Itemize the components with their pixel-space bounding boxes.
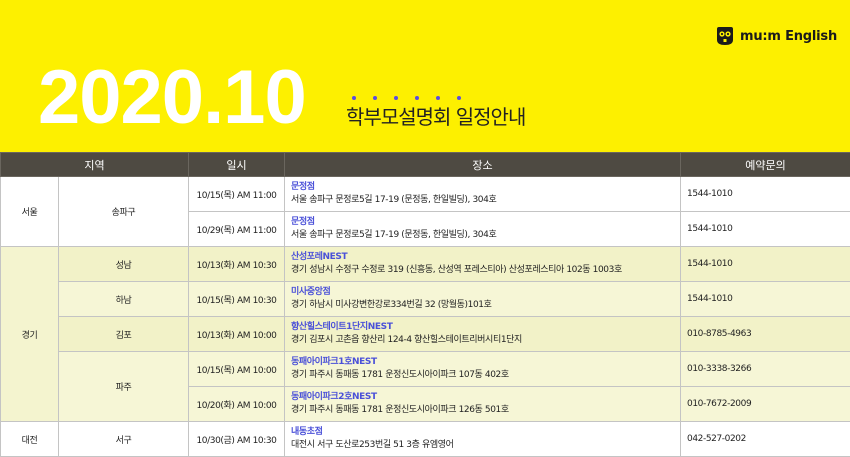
date-cell: 10/29(목) AM 11:00: [188, 211, 285, 247]
phone-cell: 010-3338-3266: [680, 351, 850, 387]
logo-text: mu:m English: [740, 28, 838, 44]
district-cell: 서구: [58, 421, 189, 457]
place-cell: 동패아이파크2호NEST 경기 파주시 동패동 1781 운정신도시아이파크 1…: [284, 386, 681, 422]
date-cell: 10/15(목) AM 10:30: [188, 281, 285, 317]
phone-cell: 1544-1010: [680, 211, 850, 247]
district-cell: 파주: [58, 351, 189, 422]
place-address: 대전시 서구 도산로253번길 51 3층 유엠영어: [291, 440, 454, 450]
table-row: 하남 10/15(목) AM 10:30 미사중앙점 경기 하남시 미사강변한강…: [1, 281, 850, 317]
dot: [436, 96, 440, 100]
place-address: 경기 하남시 미사강변한강로334번길 32 (망월동)101호: [291, 300, 492, 310]
place-name-link[interactable]: 동패아이파크2호NEST: [291, 391, 680, 404]
header-banner: mu:m English 2020.10 학부모설명회 일정안내: [0, 0, 850, 152]
date-cell: 10/13(화) AM 10:00: [188, 316, 285, 352]
phone-cell: 1544-1010: [680, 176, 850, 212]
place-cell: 내동초점 대전시 서구 도산로253번길 51 3층 유엠영어: [284, 421, 681, 457]
header-datetime: 일시: [188, 152, 285, 177]
place-name-link[interactable]: 산성포레NEST: [291, 251, 680, 264]
region-cell: 서울: [0, 176, 59, 247]
phone-cell: 042-527-0202: [680, 421, 850, 457]
date-cell: 10/13(화) AM 10:30: [188, 246, 285, 282]
date-cell: 10/15(목) AM 10:00: [188, 351, 285, 387]
date-cell: 10/30(금) AM 10:30: [188, 421, 285, 457]
place-cell: 문정점 서울 송파구 문정로5길 17-19 (문정동, 한일빌딩), 304호: [284, 211, 681, 247]
table-row: 경기 성남 10/13(화) AM 10:30 산성포레NEST 경기 성남시 …: [0, 246, 850, 422]
place-name-link[interactable]: 문정점: [291, 216, 680, 229]
page-subtitle: 학부모설명회 일정안내: [346, 105, 526, 129]
district-cell: 성남: [58, 246, 189, 282]
header-region: 지역: [0, 152, 189, 177]
place-name-link[interactable]: 내동초점: [291, 426, 680, 439]
place-cell: 산성포레NEST 경기 성남시 수정구 수정로 319 (신흥동, 산성역 포레…: [284, 246, 681, 282]
place-name-link[interactable]: 향산힐스테이트1단지NEST: [291, 321, 680, 334]
table-row: 김포 10/13(화) AM 10:00 향산힐스테이트1단지NEST 경기 김…: [1, 316, 850, 352]
year-title: 2020.10: [38, 55, 307, 140]
region-cell: 경기: [0, 246, 59, 422]
dot: [415, 96, 419, 100]
place-address: 서울 송파구 문정로5길 17-19 (문정동, 한일빌딩), 304호: [291, 195, 497, 205]
date-cell: 10/20(화) AM 10:00: [188, 386, 285, 422]
phone-cell: 010-7672-2009: [680, 386, 850, 422]
place-address: 경기 성남시 수정구 수정로 319 (신흥동, 산성역 포레스티아) 산성포레…: [291, 265, 622, 275]
header-phone: 예약문의: [680, 152, 850, 177]
owl-logo-icon: [717, 27, 733, 45]
header-place: 장소: [284, 152, 681, 177]
place-address: 경기 파주시 동패동 1781 운정신도시아이파크 107동 402호: [291, 370, 509, 380]
dot: [457, 96, 461, 100]
table-row: 대전 서구 10/30(금) AM 10:30 내동초점 대전시 서구 도산로2…: [0, 421, 850, 457]
district-cell: 송파구: [58, 176, 189, 247]
emphasis-dots: [352, 96, 478, 100]
place-address: 경기 김포시 고촌읍 향산리 124-4 향산힐스테이트리버시티1단지: [291, 335, 522, 345]
table-row: 서울 송파구 10/15(목) AM 11:00 문정점 서울 송파구 문정로5…: [0, 176, 850, 247]
table-header-row: 지역 일시 장소 예약문의: [0, 152, 850, 177]
place-cell: 문정점 서울 송파구 문정로5길 17-19 (문정동, 한일빌딩), 304호: [284, 176, 681, 212]
place-name-link[interactable]: 미사중앙점: [291, 286, 680, 299]
place-cell: 동패아이파크1호NEST 경기 파주시 동패동 1781 운정신도시아이파크 1…: [284, 351, 681, 387]
place-name-link[interactable]: 문정점: [291, 181, 680, 194]
place-address: 경기 파주시 동패동 1781 운정신도시아이파크 126동 501호: [291, 405, 509, 415]
dot: [352, 96, 356, 100]
region-cell: 대전: [0, 421, 59, 457]
phone-cell: 1544-1010: [680, 281, 850, 317]
place-cell: 미사중앙점 경기 하남시 미사강변한강로334번길 32 (망월동)101호: [284, 281, 681, 317]
brand-logo[interactable]: mu:m English: [714, 25, 837, 47]
place-cell: 향산힐스테이트1단지NEST 경기 김포시 고촌읍 향산리 124-4 향산힐스…: [284, 316, 681, 352]
phone-cell: 1544-1010: [680, 246, 850, 282]
dot: [394, 96, 398, 100]
schedule-table: 지역 일시 장소 예약문의 서울 송파구 10/15(목) AM 11:00 문…: [0, 152, 850, 457]
place-address: 서울 송파구 문정로5길 17-19 (문정동, 한일빌딩), 304호: [291, 230, 497, 240]
district-cell: 하남: [58, 281, 189, 317]
place-name-link[interactable]: 동패아이파크1호NEST: [291, 356, 680, 369]
phone-cell: 010-8785-4963: [680, 316, 850, 352]
district-cell: 김포: [58, 316, 189, 352]
table-row: 파주 10/15(목) AM 10:00 동패아이파크1호NEST 경기 파주시…: [1, 351, 850, 422]
dot: [373, 96, 377, 100]
date-cell: 10/15(목) AM 11:00: [188, 176, 285, 212]
